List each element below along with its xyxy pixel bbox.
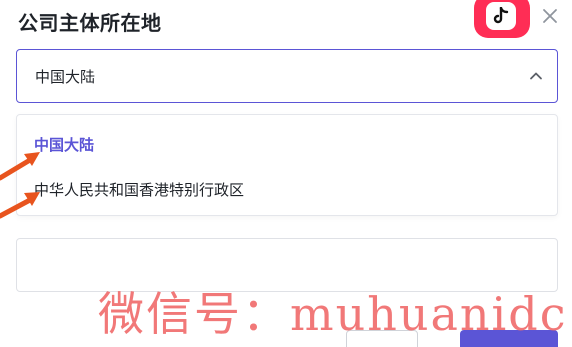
tiktok-logo-icon [474,0,530,38]
arrow-annotation-icon [0,192,40,219]
watermark: 微信号：muhuanidc [98,287,568,341]
select-value: 中国大陆 [35,68,96,86]
close-icon[interactable] [538,4,562,28]
location-dropdown: 中国大陆 中华人民共和国香港特别行政区 [16,114,558,216]
arrow-annotation-icon [0,152,40,181]
location-select[interactable]: 中国大陆 [16,49,558,103]
chevron-up-icon[interactable] [529,68,543,87]
option-hong-kong[interactable]: 中华人民共和国香港特别行政区 [34,179,244,200]
dialog-title: 公司主体所在地 [18,11,162,35]
